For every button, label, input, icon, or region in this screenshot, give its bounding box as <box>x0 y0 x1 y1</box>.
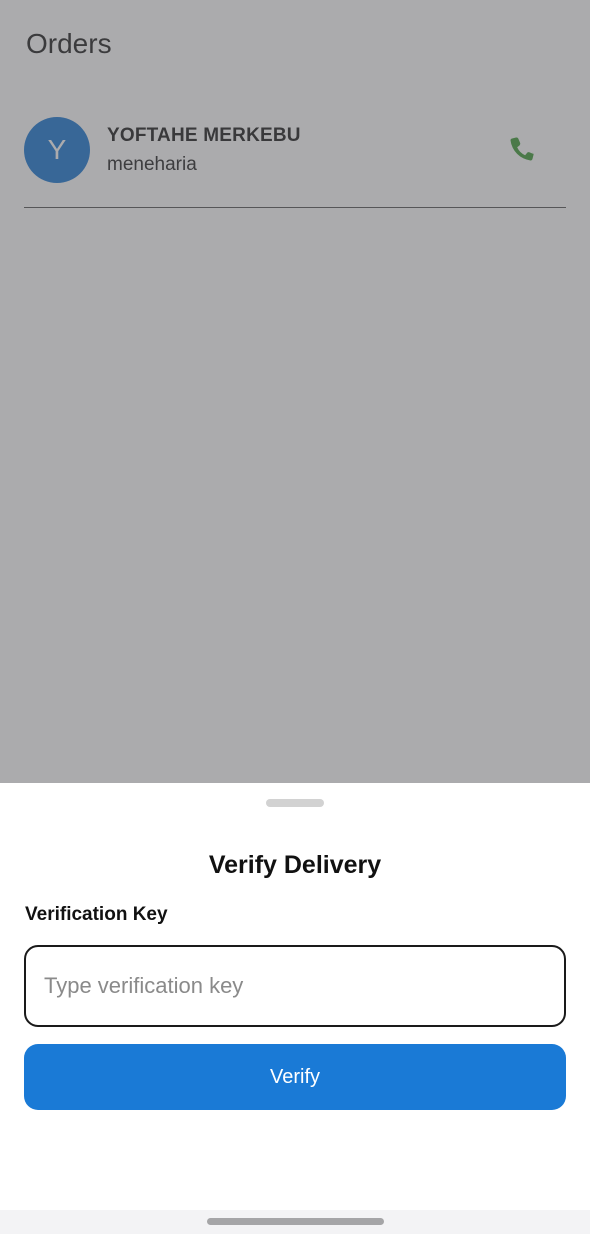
verification-key-label: Verification Key <box>25 904 168 925</box>
screen: Orders Y YOFTAHE MERKEBU meneharia Verif… <box>0 0 590 1234</box>
verify-button[interactable]: Verify <box>24 1044 566 1110</box>
verify-delivery-sheet: Verify Delivery Verification Key Verify <box>0 783 590 1210</box>
verification-key-input[interactable] <box>24 945 566 1027</box>
system-nav-bar <box>0 1210 590 1234</box>
sheet-title: Verify Delivery <box>208 851 382 879</box>
home-indicator[interactable] <box>207 1218 384 1225</box>
sheet-drag-handle[interactable] <box>266 799 324 807</box>
modal-scrim[interactable] <box>0 0 590 783</box>
